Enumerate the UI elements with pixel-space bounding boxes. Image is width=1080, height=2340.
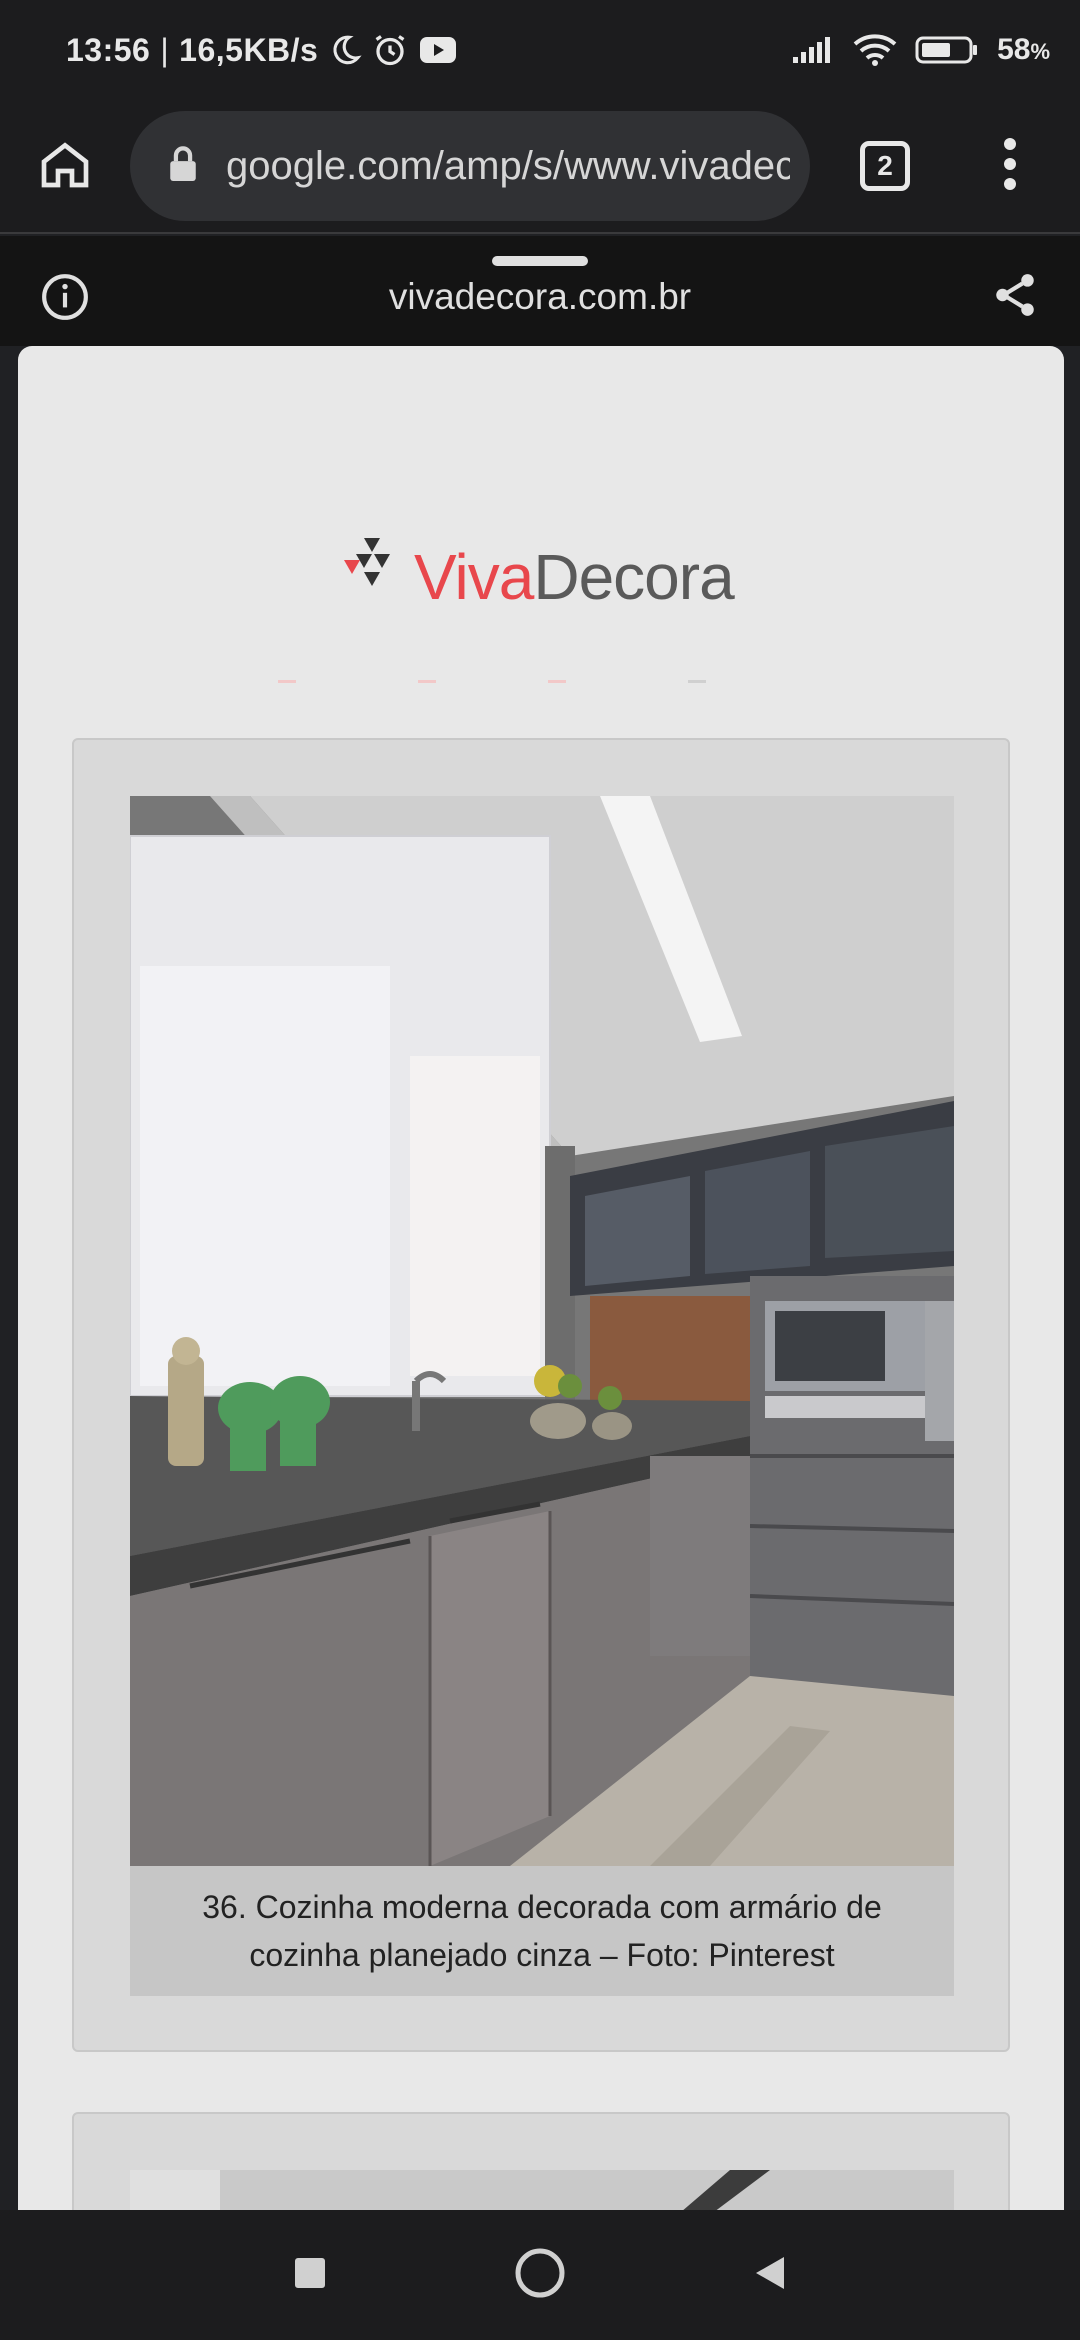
home-circle-icon	[513, 2246, 567, 2305]
signal-icon	[791, 35, 835, 65]
logo-text-decora: Decora	[533, 540, 734, 613]
site-logo[interactable]: VivaDecora	[342, 534, 735, 619]
home-button[interactable]	[0, 99, 130, 233]
youtube-icon	[418, 35, 458, 65]
share-button[interactable]	[990, 270, 1040, 325]
system-nav-bar	[0, 2210, 1080, 2340]
article-image-card: 36. Cozinha moderna decorada com armário…	[72, 738, 1010, 2052]
recents-square-icon	[293, 2256, 327, 2295]
drag-handle[interactable]	[492, 256, 588, 266]
status-right: 58%	[791, 33, 1050, 67]
back-triangle-icon	[750, 2253, 790, 2298]
home-nav-button[interactable]	[500, 2235, 580, 2315]
back-button[interactable]	[730, 2235, 810, 2315]
url-text: google.com/amp/s/www.vivadecora.com.br	[226, 143, 790, 188]
status-time: 13:56	[66, 31, 151, 68]
browser-toolbar: google.com/amp/s/www.vivadecora.com.br 2	[0, 100, 1080, 234]
next-photo[interactable]	[130, 2170, 954, 2210]
wifi-icon	[853, 33, 897, 67]
sheet-header: vivadecora.com.br	[0, 236, 1080, 346]
tab-switcher-button[interactable]: 2	[810, 99, 960, 233]
logo-mark-icon	[342, 534, 406, 619]
kitchen-photo[interactable]	[130, 796, 954, 1866]
logo-text: VivaDecora	[414, 540, 735, 614]
lock-icon	[166, 144, 200, 189]
status-bar: 13:56 | 16,5KB/s 58%	[0, 0, 1080, 100]
alarm-icon	[372, 32, 408, 68]
more-vert-icon	[1002, 137, 1018, 195]
network-speed: 16,5KB/s	[179, 31, 319, 68]
battery-icon	[915, 35, 979, 65]
web-page: VivaDecora 36. Cozinha moderna decorada …	[18, 346, 1064, 2210]
status-separator: |	[160, 31, 170, 68]
nav-divider	[278, 680, 706, 683]
logo-text-viva: Viva	[414, 540, 534, 613]
address-bar[interactable]: google.com/amp/s/www.vivadecora.com.br	[130, 111, 810, 221]
menu-button[interactable]	[960, 99, 1060, 233]
share-icon	[990, 274, 1040, 324]
tab-count: 2	[860, 141, 910, 191]
status-left: 13:56 | 16,5KB/s	[66, 32, 458, 69]
battery-percent: 58%	[997, 33, 1050, 66]
moon-icon	[328, 33, 362, 67]
sheet-domain: vivadecora.com.br	[388, 276, 692, 317]
recents-button[interactable]	[270, 2235, 350, 2315]
next-image-card	[72, 2112, 1010, 2210]
image-caption: 36. Cozinha moderna decorada com armário…	[130, 1866, 954, 1996]
home-icon	[37, 136, 93, 197]
